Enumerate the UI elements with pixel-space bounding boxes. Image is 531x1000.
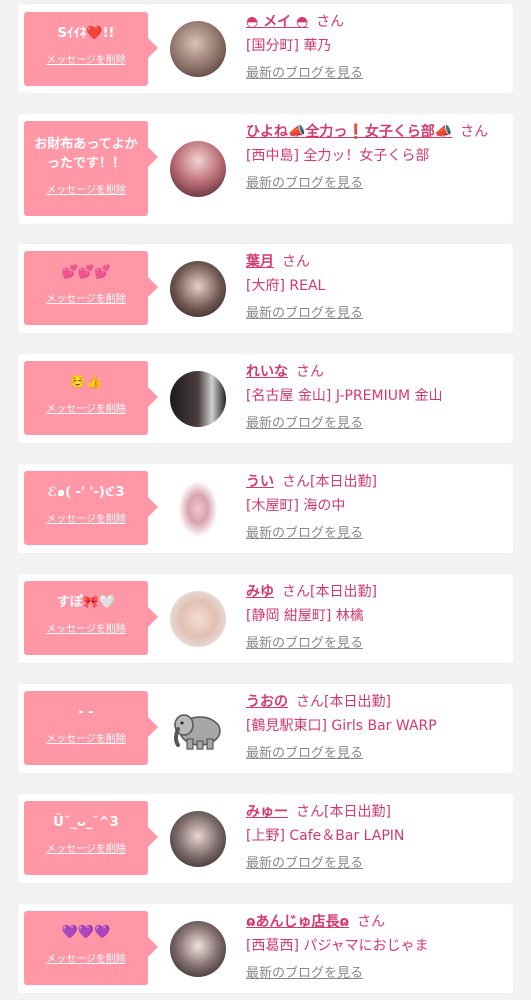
avatar[interactable] — [170, 141, 226, 197]
latest-blog-link[interactable]: 最新のブログを見る — [246, 634, 363, 654]
message-text: - - — [78, 705, 94, 720]
message-card: ☺️👍 メッセージを削除 れいな さん [名古屋 金山] J-PREMIUM 金山… — [18, 354, 513, 443]
message-text: すぽ🎀🤍 — [56, 595, 116, 610]
delete-message-link[interactable]: メッセージを削除 — [24, 51, 148, 66]
avatar[interactable] — [170, 481, 226, 537]
message-card: 💕💕💕 メッセージを削除 葉月 さん [大府] REAL 最新のブログを見る — [18, 244, 513, 333]
honorific: さん — [296, 694, 324, 710]
latest-blog-link[interactable]: 最新のブログを見る — [246, 964, 363, 984]
sender-name-link[interactable]: みゆ — [246, 584, 274, 600]
delete-message-link[interactable]: メッセージを削除 — [24, 400, 148, 415]
honorific: さん — [282, 474, 310, 490]
sender-info: ひよね📣全力っ❗女子くら部📣 さん [西中島] 全力ッ！女子くら部 最新のブログを… — [246, 122, 503, 194]
avatar[interactable] — [170, 371, 226, 427]
shop-name: [木屋町] 海の中 — [246, 498, 346, 514]
status-badge: [本日出勤] — [324, 694, 391, 710]
shop-name: [大府] REAL — [246, 278, 326, 294]
shop-name: [静岡 紺屋町] 林檎 — [246, 608, 364, 624]
message-bubble: Sｲｲﾈ❤️!! メッセージを削除 — [24, 12, 158, 86]
shop-name: [上野] Cafe＆Bar LAPIN — [246, 828, 405, 844]
latest-blog-link[interactable]: 最新のブログを見る — [246, 524, 363, 544]
avatar[interactable] — [170, 591, 226, 647]
sender-info: ɷあんじゅ店長ɷ さん [西葛西] パジャマにおじゃま 最新のブログを見る — [246, 912, 503, 984]
message-text: Sｲｲﾈ❤️!! — [57, 26, 115, 41]
message-bubble: 💜💜💜 メッセージを削除 — [24, 911, 158, 985]
sender-info: うおの さん[本日出勤] [鶴見駅東口] Girls Bar WARP 最新のブロ… — [246, 692, 503, 764]
message-bubble: お財布あってよかったです！！ メッセージを削除 — [24, 121, 158, 216]
shop-name: [西中島] 全力ッ！女子くら部 — [246, 148, 430, 164]
delete-message-link[interactable]: メッセージを削除 — [24, 620, 148, 635]
sender-info: れいな さん [名古屋 金山] J-PREMIUM 金山 最新のブログを見る — [246, 362, 503, 434]
honorific: さん — [296, 364, 324, 380]
sender-name-link[interactable]: みゅー — [246, 804, 288, 820]
status-badge: [本日出勤] — [324, 804, 391, 820]
sender-name-link[interactable]: ◓ メイ ◓ — [246, 14, 308, 30]
message-card: 💜💜💜 メッセージを削除 ɷあんじゅ店長ɷ さん [西葛西] パジャマにおじゃま … — [18, 904, 513, 993]
sender-info: みゆ さん[本日出勤] [静岡 紺屋町] 林檎 最新のブログを見る — [246, 582, 503, 654]
message-bubble: Ü˘_ᴗ_˘^3 メッセージを削除 — [24, 801, 158, 875]
latest-blog-link[interactable]: 最新のブログを見る — [246, 174, 363, 194]
message-card: ℰ๑( -' '-)ℭ3 メッセージを削除 うい さん[本日出勤] [木屋町] 海… — [18, 464, 513, 553]
message-text: ☺️👍 — [69, 375, 103, 390]
delete-message-link[interactable]: メッセージを削除 — [24, 840, 148, 855]
delete-message-link[interactable]: メッセージを削除 — [24, 290, 148, 305]
sender-name-link[interactable]: 葉月 — [246, 254, 274, 270]
sender-info: みゅー さん[本日出勤] [上野] Cafe＆Bar LAPIN 最新のブログを見… — [246, 802, 503, 874]
honorific: さん — [282, 584, 310, 600]
delete-message-link[interactable]: メッセージを削除 — [24, 730, 148, 745]
sender-name-link[interactable]: れいな — [246, 364, 288, 380]
shop-name: [名古屋 金山] J-PREMIUM 金山 — [246, 388, 443, 404]
message-card: すぽ🎀🤍 メッセージを削除 みゆ さん[本日出勤] [静岡 紺屋町] 林檎 最新の… — [18, 574, 513, 663]
message-text: ℰ๑( -' '-)ℭ3 — [47, 485, 125, 500]
message-text: Ü˘_ᴗ_˘^3 — [53, 815, 119, 830]
sender-name-link[interactable]: うおの — [246, 694, 288, 710]
message-text: お財布あってよかったです！！ — [34, 137, 138, 171]
honorific: さん — [316, 14, 345, 30]
sender-name-link[interactable]: ɷあんじゅ店長ɷ — [246, 914, 349, 930]
message-card: お財布あってよかったです！！ メッセージを削除 ひよね📣全力っ❗女子くら部📣 さん… — [18, 114, 513, 224]
delete-message-link[interactable]: メッセージを削除 — [24, 181, 148, 196]
message-card: Ü˘_ᴗ_˘^3 メッセージを削除 みゅー さん[本日出勤] [上野] Cafe＆… — [18, 794, 513, 883]
delete-message-link[interactable]: メッセージを削除 — [24, 950, 148, 965]
sender-info: 葉月 さん [大府] REAL 最新のブログを見る — [246, 252, 503, 324]
message-bubble: すぽ🎀🤍 メッセージを削除 — [24, 581, 158, 655]
message-card: Sｲｲﾈ❤️!! メッセージを削除 ◓ メイ ◓ さん [国分町] 華乃 最新のブ… — [18, 4, 513, 93]
status-badge: [本日出勤] — [310, 474, 377, 490]
message-list: Sｲｲﾈ❤️!! メッセージを削除 ◓ メイ ◓ さん [国分町] 華乃 最新のブ… — [0, 0, 531, 1000]
sender-info: ◓ メイ ◓ さん [国分町] 華乃 最新のブログを見る — [246, 12, 503, 84]
message-bubble: 💕💕💕 メッセージを削除 — [24, 251, 158, 325]
shop-name: [鶴見駅東口] Girls Bar WARP — [246, 718, 437, 734]
shop-name: [国分町] 華乃 — [246, 38, 332, 54]
latest-blog-link[interactable]: 最新のブログを見る — [246, 744, 363, 764]
latest-blog-link[interactable]: 最新のブログを見る — [246, 854, 363, 874]
latest-blog-link[interactable]: 最新のブログを見る — [246, 414, 363, 434]
avatar[interactable] — [170, 811, 226, 867]
message-bubble: ℰ๑( -' '-)ℭ3 メッセージを削除 — [24, 471, 158, 545]
sender-info: うい さん[本日出勤] [木屋町] 海の中 最新のブログを見る — [246, 472, 503, 544]
avatar[interactable] — [170, 261, 226, 317]
sender-name-link[interactable]: うい — [246, 474, 274, 490]
latest-blog-link[interactable]: 最新のブログを見る — [246, 304, 363, 324]
avatar[interactable] — [170, 21, 226, 77]
honorific: さん — [282, 254, 310, 270]
sender-name-link[interactable]: ひよね📣全力っ❗女子くら部📣 — [246, 124, 452, 140]
honorific: さん — [460, 124, 489, 140]
elephant-icon[interactable] — [170, 701, 226, 757]
message-bubble: - - メッセージを削除 — [24, 691, 158, 765]
honorific: さん — [357, 914, 386, 930]
message-text: 💕💕💕 — [61, 265, 111, 280]
status-badge: [本日出勤] — [310, 584, 377, 600]
message-card: - - メッセージを削除 うおの さん[本日出勤] [鶴見駅東口] Girls B… — [18, 684, 513, 773]
avatar[interactable] — [170, 921, 226, 977]
delete-message-link[interactable]: メッセージを削除 — [24, 510, 148, 525]
honorific: さん — [296, 804, 324, 820]
latest-blog-link[interactable]: 最新のブログを見る — [246, 64, 363, 84]
shop-name: [西葛西] パジャマにおじゃま — [246, 938, 429, 954]
message-bubble: ☺️👍 メッセージを削除 — [24, 361, 158, 435]
message-text: 💜💜💜 — [61, 925, 111, 940]
